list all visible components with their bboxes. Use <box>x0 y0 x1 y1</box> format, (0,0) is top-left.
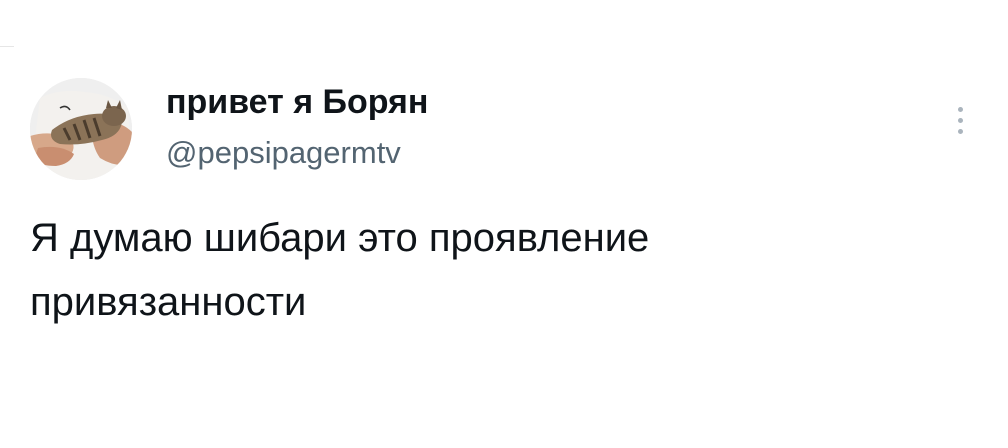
avatar[interactable] <box>30 78 132 180</box>
divider <box>0 46 14 47</box>
tweet-text: Я думаю шибари это проявление привязанно… <box>30 216 650 324</box>
more-vertical-icon <box>957 106 963 112</box>
more-options-button[interactable] <box>944 100 976 140</box>
user-handle[interactable]: @pepsipagermtv <box>166 134 401 172</box>
display-name[interactable]: привет я Борян <box>166 82 428 122</box>
avatar-photo <box>30 78 132 180</box>
tweet-card: привет я Борян @pepsipagermtv Я думаю ши… <box>0 0 1008 448</box>
more-vertical-icon <box>957 128 963 134</box>
more-vertical-icon <box>957 117 963 123</box>
